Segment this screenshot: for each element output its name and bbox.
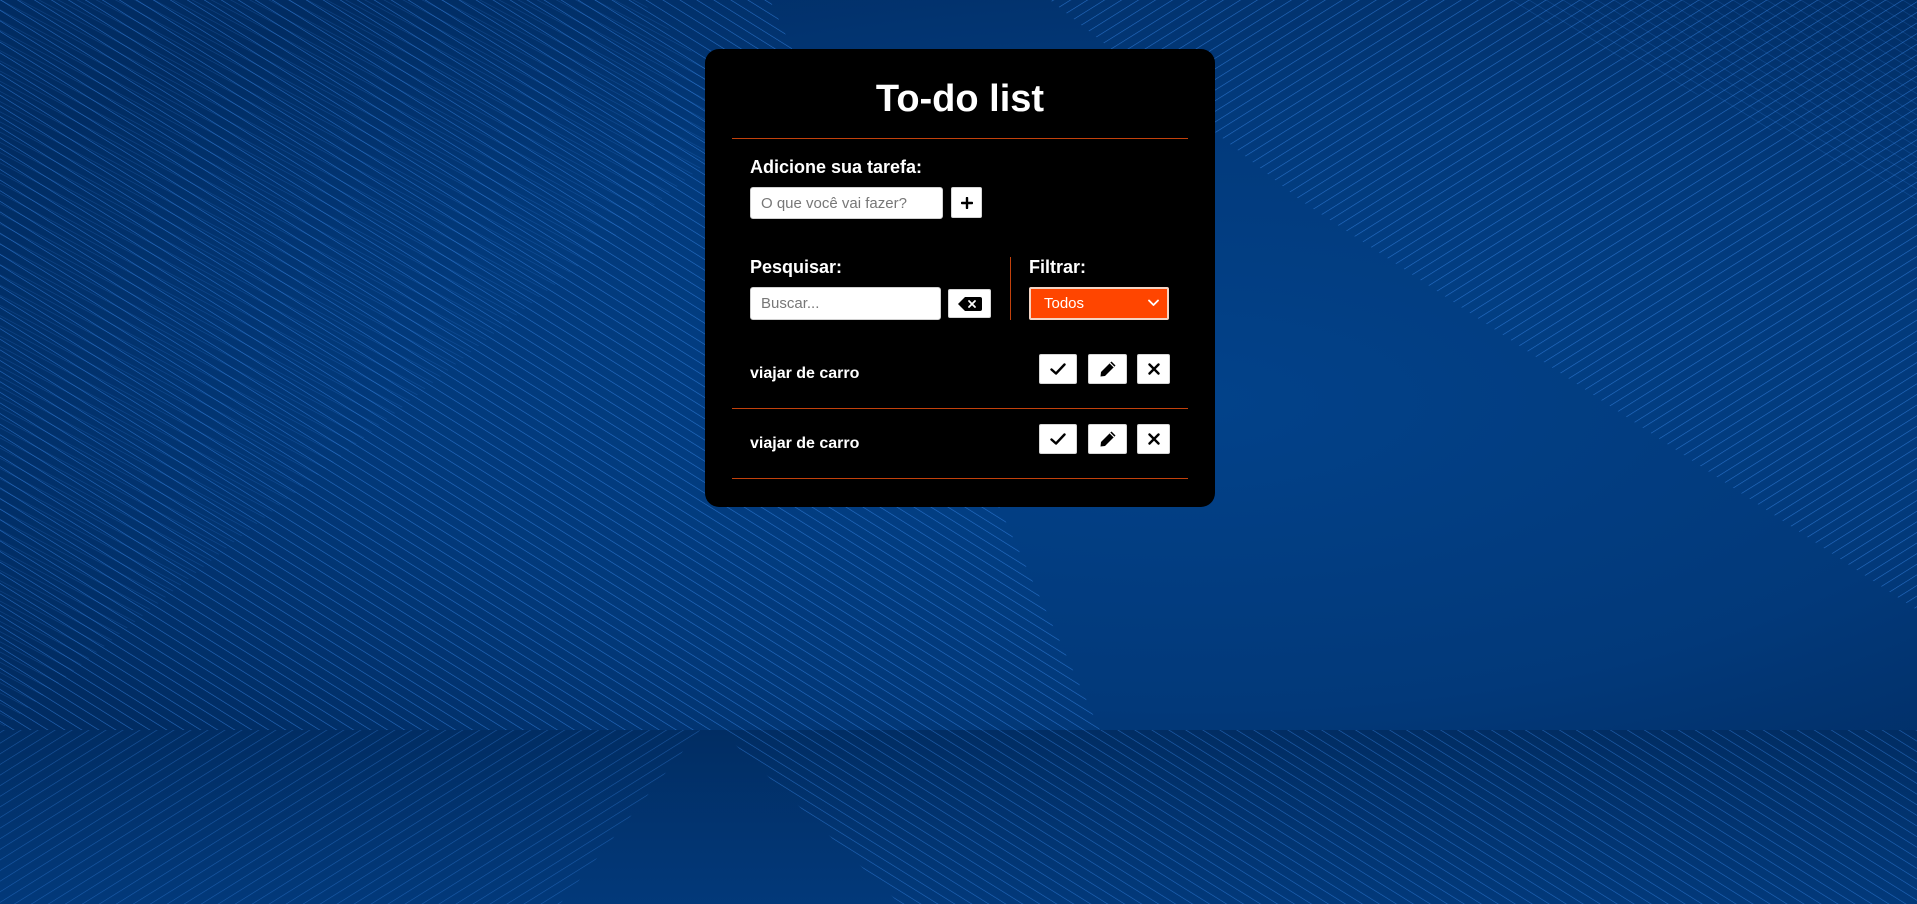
todo-divider [732,478,1188,479]
plus-icon [960,196,973,209]
backspace-icon [957,296,982,311]
edit-task-button[interactable] [1088,354,1127,384]
todo-item-text: viajar de carro [750,365,860,382]
pencil-icon [1100,361,1115,377]
complete-task-button[interactable] [1039,354,1077,384]
add-task-label: Adicione sua tarefa: [750,157,923,177]
check-icon [1050,433,1066,445]
title-divider [732,138,1188,139]
edit-task-button[interactable] [1088,424,1127,454]
todo-item: viajar de carro [732,341,1188,409]
search-label: Pesquisar: [750,257,843,277]
search-input[interactable] [750,287,941,320]
pencil-icon [1100,431,1115,447]
filter-label: Filtrar: [1029,257,1087,277]
filter-select-control[interactable]: Todos [1031,289,1167,318]
clear-search-button[interactable] [948,289,991,318]
todo-card: To-do list Adicione sua tarefa: Pesquisa… [705,49,1215,507]
check-icon [1050,363,1066,375]
filter-select[interactable]: Todos [1029,287,1169,320]
delete-task-button[interactable] [1137,354,1170,384]
search-filter-divider [1010,257,1011,320]
delete-task-button[interactable] [1137,424,1170,454]
add-task-input[interactable] [750,187,943,219]
complete-task-button[interactable] [1039,424,1077,454]
x-icon [1147,433,1160,445]
todo-item: viajar de carro [732,411,1188,479]
todo-item-text: viajar de carro [750,435,860,452]
page-title: To-do list [875,78,1045,120]
todo-divider [732,408,1188,409]
x-icon [1147,363,1160,375]
add-task-button[interactable] [951,187,982,218]
